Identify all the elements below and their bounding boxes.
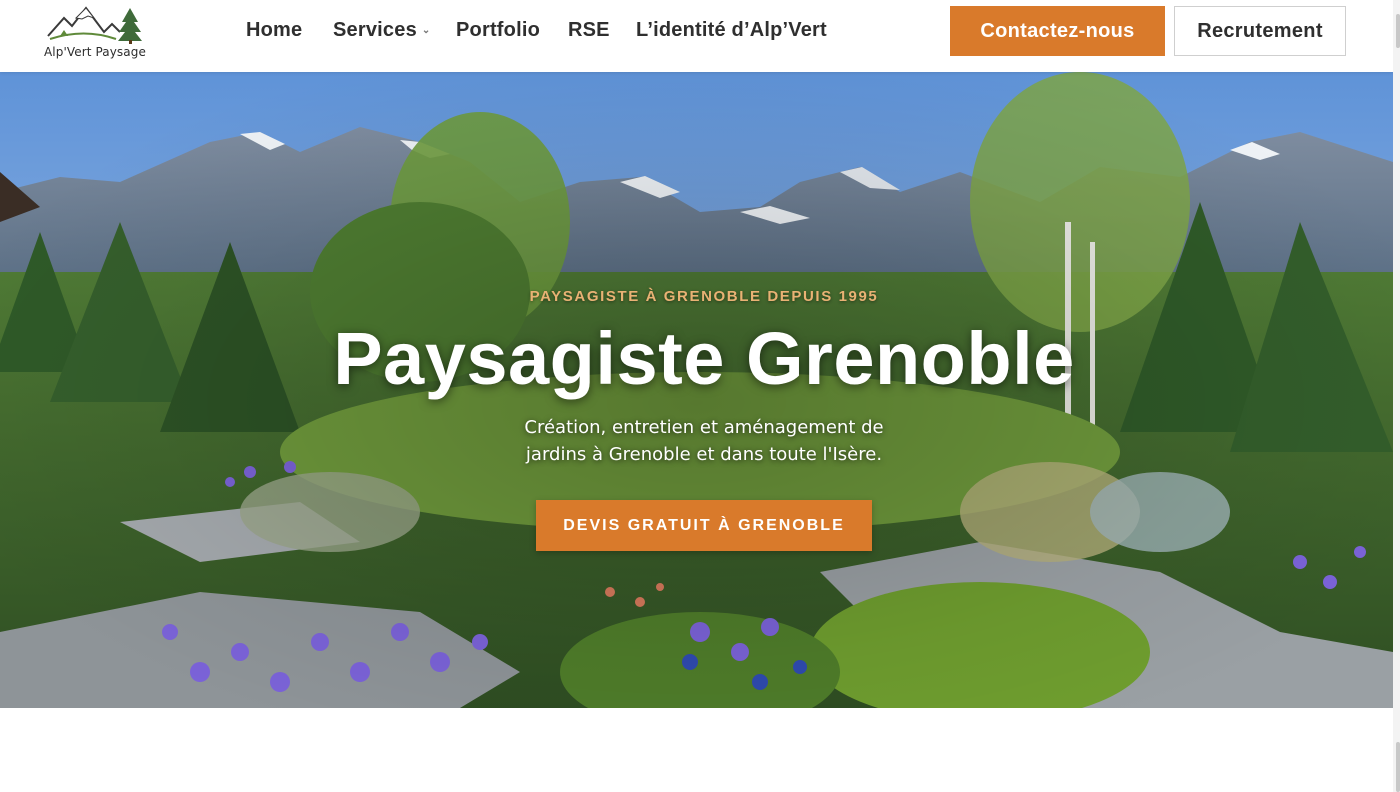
nav-identite[interactable]: L’identité d’Alp’Vert (636, 19, 827, 42)
logo-text: Alp'Vert Paysage (44, 45, 146, 59)
nav-services[interactable]: Services ⌄ (333, 19, 431, 42)
hero-section: PAYSAGISTE À GRENOBLE DEPUIS 1995 Paysag… (0, 72, 1393, 708)
site-header: Alp'Vert Paysage Home Services ⌄ Portfoli… (0, 0, 1393, 72)
site-logo[interactable]: Alp'Vert Paysage (44, 6, 148, 62)
nav-portfolio[interactable]: Portfolio (456, 19, 540, 42)
hero-title: Paysagiste Grenoble (333, 317, 1075, 400)
free-quote-button[interactable]: DEVIS GRATUIT À GRENOBLE (536, 500, 872, 551)
nav-services-label: Services (333, 19, 417, 41)
hero-eyebrow: PAYSAGISTE À GRENOBLE DEPUIS 1995 (529, 288, 879, 305)
scrollbar-thumb[interactable] (1396, 14, 1400, 48)
hero-subtitle: Création, entretien et aménagement de ja… (524, 417, 884, 465)
mountain-fir-logo-icon (47, 6, 142, 44)
scrollbar-track[interactable] (1393, 0, 1400, 792)
contact-button[interactable]: Contactez-nous (950, 6, 1165, 56)
chevron-down-icon: ⌄ (421, 25, 431, 36)
nav-home[interactable]: Home (246, 19, 302, 42)
recruitment-button[interactable]: Recrutement (1174, 6, 1346, 56)
scrollbar-thumb-lower[interactable] (1396, 742, 1400, 792)
nav-rse[interactable]: RSE (568, 19, 610, 42)
